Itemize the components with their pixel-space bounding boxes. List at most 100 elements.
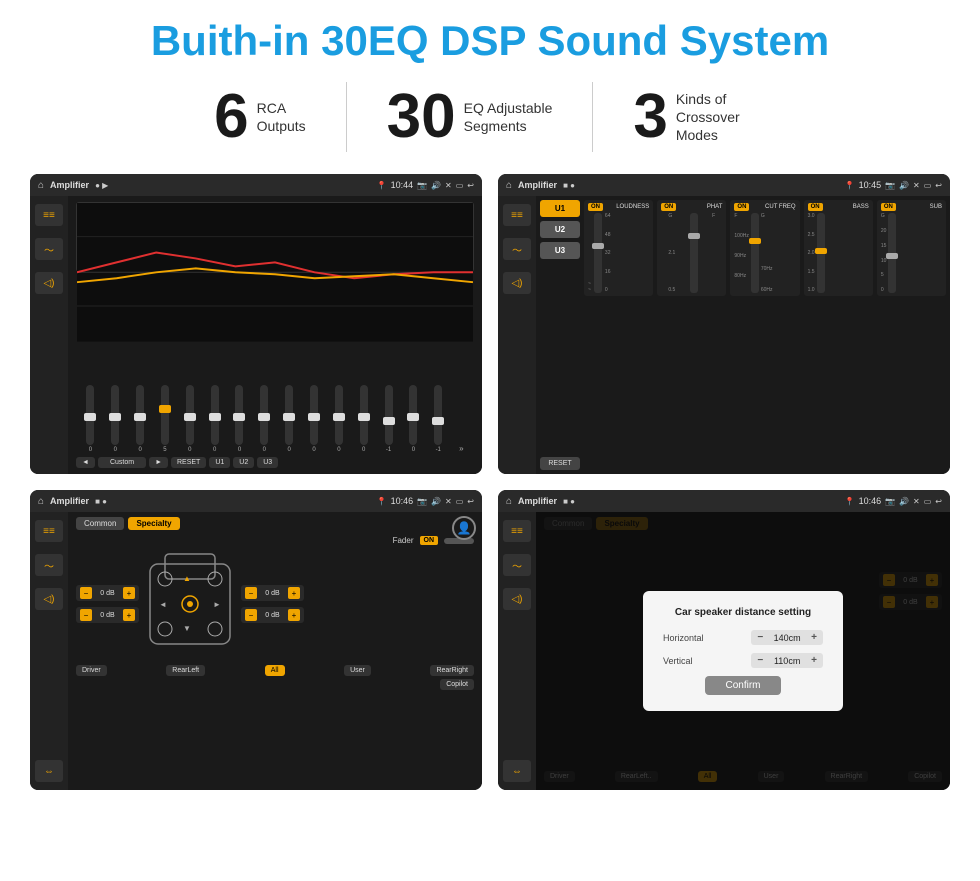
home-icon-1[interactable]: ⌂ xyxy=(38,180,44,191)
page-wrapper: Buith-in 30EQ DSP Sound System 6 RCAOutp… xyxy=(0,0,980,881)
db-plus-tr[interactable]: + xyxy=(288,587,300,599)
user-btn[interactable]: User xyxy=(344,665,371,676)
speaker-icon[interactable]: ◁) xyxy=(35,272,63,294)
custom-label: Custom xyxy=(98,457,146,468)
back-icon-1[interactable]: ↩ xyxy=(467,181,474,190)
slider-630[interactable]: -1 xyxy=(434,385,442,453)
statusbar-1: ⌂ Amplifier ● ▶ 📍 10:44 📷 🔊 ✕ ▭ ↩ xyxy=(30,174,482,196)
arrows-icon-4[interactable]: ⇔ xyxy=(503,760,531,782)
stat-crossover-label: Kinds ofCrossover Modes xyxy=(676,90,766,145)
back-icon-3[interactable]: ↩ xyxy=(467,497,474,506)
eq-icon-2[interactable]: ≡≡ xyxy=(503,204,531,226)
side-icons-4: ≡≡ 〜 ◁) ⇔ xyxy=(498,512,536,790)
slider-125[interactable]: 0 xyxy=(260,385,268,453)
svg-text:◄: ◄ xyxy=(159,600,167,609)
home-icon-3[interactable]: ⌂ xyxy=(38,496,44,507)
statusbar-2: ⌂ Amplifier ■ ● 📍 10:45 📷 🔊 ✕ ▭ ↩ xyxy=(498,174,950,196)
svg-text:►: ► xyxy=(213,600,221,609)
app-title-2: Amplifier xyxy=(518,180,557,190)
db-plus-bl[interactable]: + xyxy=(123,609,135,621)
volume-icon-4: 🔊 xyxy=(899,497,909,506)
slider-100[interactable]: 0 xyxy=(235,385,243,453)
screen4-content: ≡≡ 〜 ◁) ⇔ Common Specialty xyxy=(498,512,950,790)
battery-icon-2: ▭ xyxy=(924,181,932,190)
db-minus-tl[interactable]: − xyxy=(80,587,92,599)
slider-400[interactable]: -1 xyxy=(385,385,393,453)
home-icon-4[interactable]: ⌂ xyxy=(506,496,512,507)
rearleft-btn[interactable]: RearLeft xyxy=(166,665,205,676)
u3-btn[interactable]: U3 xyxy=(257,457,278,468)
db-value-tr: 0 dB xyxy=(260,590,285,597)
user-icon-3[interactable]: 👤 xyxy=(452,516,476,540)
db-control-bl: − 0 dB + xyxy=(76,607,139,623)
horizontal-minus[interactable]: − xyxy=(757,632,763,643)
spk-icon-4[interactable]: ◁) xyxy=(503,588,531,610)
app-title-3: Amplifier xyxy=(50,496,89,506)
slider-500[interactable]: 0 xyxy=(409,385,417,453)
u2-btn[interactable]: U2 xyxy=(233,457,254,468)
tab-row-3: Common Specialty xyxy=(76,517,474,530)
eq-icon-4[interactable]: ≡≡ xyxy=(503,520,531,542)
db-plus-br[interactable]: + xyxy=(288,609,300,621)
slider-32[interactable]: 0 xyxy=(111,385,119,453)
time-4: 10:46 xyxy=(859,496,882,506)
wave-icon[interactable]: 〜 xyxy=(35,238,63,260)
rearright-btn[interactable]: RearRight xyxy=(430,665,474,676)
app-title-4: Amplifier xyxy=(518,496,557,506)
db-plus-tl[interactable]: + xyxy=(123,587,135,599)
home-icon-2[interactable]: ⌂ xyxy=(506,180,512,191)
preset-reset[interactable]: RESET xyxy=(540,457,580,470)
side-icons-2: ≡≡ 〜 ◁) xyxy=(498,196,536,474)
slider-50[interactable]: 5 xyxy=(161,385,169,453)
reset-btn[interactable]: RESET xyxy=(171,457,206,468)
slider-80[interactable]: 0 xyxy=(211,385,219,453)
stat-rca-number: 6 xyxy=(214,86,248,148)
vertical-plus[interactable]: + xyxy=(811,655,817,666)
location-icon-3: 📍 xyxy=(377,497,387,506)
horizontal-plus[interactable]: + xyxy=(811,632,817,643)
slider-320[interactable]: 0 xyxy=(360,385,368,453)
next-btn[interactable]: ► xyxy=(149,457,168,468)
eq-icon-3[interactable]: ≡≡ xyxy=(35,520,63,542)
amp-main: U1 U2 U3 RESET ON LOUDNESS xyxy=(536,196,950,474)
preset-u2[interactable]: U2 xyxy=(540,221,580,238)
driver-btn[interactable]: Driver xyxy=(76,665,107,676)
all-btn[interactable]: All xyxy=(265,665,285,676)
dialog-vertical-row: Vertical − 110cm + xyxy=(663,653,823,668)
slider-200[interactable]: 0 xyxy=(310,385,318,453)
vertical-minus[interactable]: − xyxy=(757,655,763,666)
arrows-icon-3[interactable]: ⇔ xyxy=(35,760,63,782)
more-icon[interactable]: » xyxy=(459,444,463,453)
channel-phat: ON PHAT G2.10.5 xyxy=(657,200,726,296)
slider-160[interactable]: 0 xyxy=(285,385,293,453)
slider-25[interactable]: 0 xyxy=(86,385,94,453)
db-value-br: 0 dB xyxy=(260,612,285,619)
prev-btn[interactable]: ◄ xyxy=(76,457,95,468)
preset-u3[interactable]: U3 xyxy=(540,242,580,259)
slider-250[interactable]: 0 xyxy=(335,385,343,453)
confirm-button[interactable]: Confirm xyxy=(705,676,780,695)
svg-text:▲: ▲ xyxy=(183,574,191,583)
db-minus-tr[interactable]: − xyxy=(245,587,257,599)
preset-u1[interactable]: U1 xyxy=(540,200,580,217)
statusbar-3: ⌂ Amplifier ■ ● 📍 10:46 📷 🔊 ✕ ▭ ↩ xyxy=(30,490,482,512)
wave-icon-3[interactable]: 〜 xyxy=(35,554,63,576)
tab-common-3[interactable]: Common xyxy=(76,517,124,530)
slider-40[interactable]: 0 xyxy=(136,385,144,453)
u1-btn[interactable]: U1 xyxy=(209,457,230,468)
equalizer-icon[interactable]: ≡≡ xyxy=(35,204,63,226)
wave-icon-4[interactable]: 〜 xyxy=(503,554,531,576)
spk-icon-3[interactable]: ◁) xyxy=(35,588,63,610)
slider-63[interactable]: 0 xyxy=(186,385,194,453)
back-icon-4[interactable]: ↩ xyxy=(935,497,942,506)
copilot-btn[interactable]: Copilot xyxy=(440,679,474,690)
db-minus-br[interactable]: − xyxy=(245,609,257,621)
left-db-controls: − 0 dB + − 0 dB + xyxy=(76,585,139,623)
dot-icon-4: ■ ● xyxy=(563,497,575,506)
db-minus-bl[interactable]: − xyxy=(80,609,92,621)
back-icon-2[interactable]: ↩ xyxy=(935,181,942,190)
spk-icon-2[interactable]: ◁) xyxy=(503,272,531,294)
tab-specialty-3[interactable]: Specialty xyxy=(128,517,179,530)
wave-icon-2[interactable]: 〜 xyxy=(503,238,531,260)
fader-on[interactable]: ON xyxy=(420,536,439,545)
